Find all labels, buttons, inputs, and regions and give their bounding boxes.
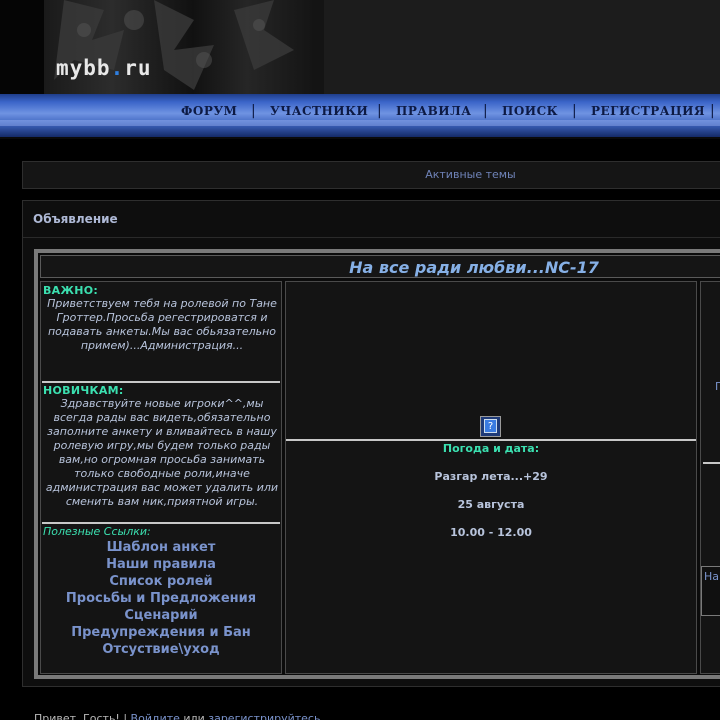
nav-separator: | (572, 103, 577, 119)
nav-separator: | (483, 103, 488, 119)
important-header: ВАЖНО: (43, 284, 99, 297)
link-roles-list[interactable]: Список ролей (40, 574, 282, 589)
right-column-box: На (701, 566, 720, 616)
newbies-header: НОВИЧКАМ: (43, 384, 124, 397)
nav-separator: | (251, 103, 256, 119)
rpg-title: На все ради любви...NC-17 (349, 258, 599, 277)
nav-members[interactable]: УЧАСТНИКИ (270, 104, 368, 118)
newbies-text: Здравствуйте новые игроки^^,мы всегда ра… (45, 397, 279, 508)
divider (42, 381, 280, 383)
weather-value: Разгар лета...+29 (434, 470, 548, 483)
link-absence[interactable]: Отсуствие\уход (40, 642, 282, 657)
login-link[interactable]: Войдите (131, 712, 180, 720)
nav-search[interactable]: ПОИСК (502, 104, 558, 118)
important-text: Приветствуем тебя на ролевой по Тане Гро… (47, 297, 277, 352)
link-scenario[interactable]: Сценарий (40, 608, 282, 623)
active-topics-bar: Активные темы (22, 161, 720, 189)
nav-separator: | (377, 103, 382, 119)
link-requests[interactable]: Просьбы и Предложения (40, 591, 282, 606)
time-value: 10.00 - 12.00 (450, 526, 532, 539)
right-column-text: П (715, 380, 720, 393)
nav-rules[interactable]: ПРАВИЛА (396, 104, 472, 118)
divider (23, 237, 720, 238)
link-our-rules[interactable]: Наши правила (40, 557, 282, 572)
divider (42, 522, 280, 524)
useful-links-header: Полезные Ссылки: (43, 525, 151, 538)
link-warnings-ban[interactable]: Предупреждения и Бан (40, 625, 282, 640)
title-cell: На все ради любви...NC-17 (40, 255, 720, 278)
active-topics-link[interactable]: Активные темы (23, 168, 720, 181)
nav-separator: | (710, 103, 715, 119)
date-value: 25 августа (457, 498, 525, 511)
nav-forum[interactable]: ФОРУМ (181, 104, 237, 118)
divider (286, 439, 696, 441)
guest-welcome: Привет, Гость! | Войдите или зарегистрир… (34, 712, 324, 720)
weather-header: Погода и дата: (442, 442, 540, 455)
site-header: mybb.ru (0, 0, 720, 94)
register-link[interactable]: зарегистрируйтесь. (208, 712, 324, 720)
broken-image-icon: ? (480, 416, 501, 437)
main-navigation: ФОРУМ | УЧАСТНИКИ | ПРАВИЛА | ПОИСК | РЕ… (0, 94, 720, 139)
divider (703, 462, 720, 464)
announcement-title: Объявление (33, 212, 118, 226)
nav-register[interactable]: РЕГИСТРАЦИЯ (591, 104, 705, 118)
link-application-template[interactable]: Шаблон анкет (40, 540, 282, 555)
site-logo[interactable]: mybb.ru (56, 56, 152, 80)
